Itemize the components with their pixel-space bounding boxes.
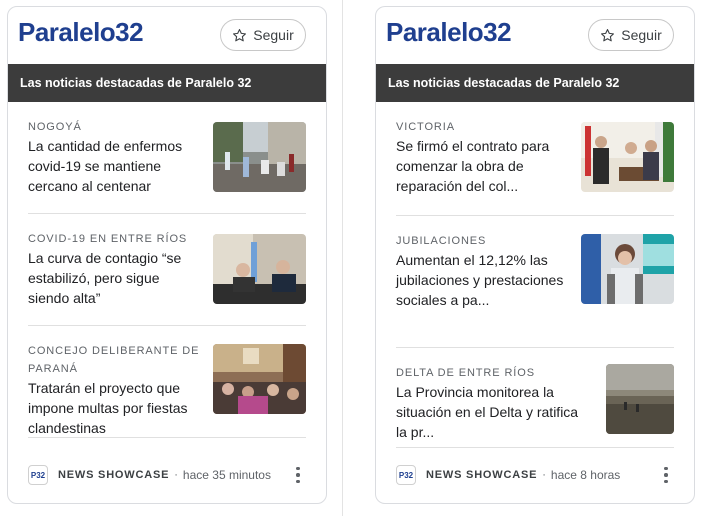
article-headline[interactable]: Aumentan el 12,12% las jubilaciones y pr…	[396, 250, 568, 310]
publisher-icon: P32	[28, 465, 48, 485]
article-headline[interactable]: Tratarán el proyecto que impone multas p…	[28, 378, 200, 438]
article-item[interactable]: DELTA DE ENTRE RÍOS La Provincia monitor…	[396, 348, 674, 448]
article-kicker: COVID-19 EN ENTRE RÍOS	[28, 233, 188, 245]
follow-label: Seguir	[621, 27, 662, 43]
follow-button[interactable]: Seguir	[220, 19, 306, 51]
article-item[interactable]: NOGOYÁ La cantidad de enfermos covid-19 …	[28, 102, 306, 214]
column-divider	[342, 0, 343, 516]
article-thumbnail[interactable]	[606, 364, 674, 434]
more-options-icon[interactable]	[658, 463, 674, 487]
card-banner: Las noticias destacadas de Paralelo 32	[8, 64, 326, 102]
article-thumbnail[interactable]	[213, 344, 306, 414]
article-thumbnail[interactable]	[581, 122, 674, 192]
publisher-icon: P32	[396, 465, 416, 485]
card-header: Paralelo32 Seguir	[8, 7, 326, 64]
publisher-logo[interactable]: Paralelo32	[386, 17, 512, 47]
follow-label: Seguir	[253, 27, 294, 43]
article-item[interactable]: CONCEJO DELIBERANTE DE PARANÁ Tratarán e…	[28, 326, 306, 438]
article-item[interactable]: COVID-19 EN ENTRE RÍOS La curva de conta…	[28, 214, 306, 326]
star-icon	[233, 28, 247, 41]
card-footer: P32 NEWS SHOWCASE · hace 35 minutos	[28, 463, 306, 487]
article-kicker: NOGOYÁ	[28, 121, 82, 133]
article-headline[interactable]: La cantidad de enfermos covid-19 se mant…	[28, 136, 200, 196]
news-showcase-card: Paralelo32 Seguir Las noticias destacada…	[375, 6, 695, 504]
article-thumbnail[interactable]	[581, 234, 674, 304]
publisher-logo[interactable]: Paralelo32	[18, 17, 144, 47]
news-showcase-card: Paralelo32 Seguir Las noticias destacada…	[7, 6, 327, 504]
article-headline[interactable]: La Provincia monitorea la situación en e…	[396, 382, 592, 442]
timestamp: hace 35 minutos	[182, 468, 271, 482]
card-footer: P32 NEWS SHOWCASE · hace 8 horas	[396, 463, 674, 487]
article-item[interactable]: VICTORIA Se firmó el contrato para comen…	[396, 102, 674, 216]
article-kicker: JUBILACIONES	[396, 235, 487, 247]
article-kicker: CONCEJO DELIBERANTE DE PARANÁ	[28, 345, 200, 375]
article-item[interactable]: JUBILACIONES Aumentan el 12,12% las jubi…	[396, 216, 674, 348]
star-icon	[601, 28, 615, 41]
article-kicker: VICTORIA	[396, 121, 455, 133]
timestamp: hace 8 horas	[550, 468, 621, 482]
source-label: NEWS SHOWCASE	[58, 469, 170, 481]
more-options-icon[interactable]	[290, 463, 306, 487]
separator-dot: ·	[174, 469, 178, 481]
article-headline[interactable]: Se firmó el contrato para comenzar la ob…	[396, 136, 568, 196]
article-kicker: DELTA DE ENTRE RÍOS	[396, 367, 535, 379]
article-headline[interactable]: La curva de contagio “se estabilizó, per…	[28, 248, 200, 308]
card-header: Paralelo32 Seguir	[376, 7, 694, 64]
card-banner: Las noticias destacadas de Paralelo 32	[376, 64, 694, 102]
separator-dot: ·	[542, 469, 546, 481]
article-thumbnail[interactable]	[213, 122, 306, 192]
article-thumbnail[interactable]	[213, 234, 306, 304]
source-label: NEWS SHOWCASE	[426, 469, 538, 481]
follow-button[interactable]: Seguir	[588, 19, 674, 51]
